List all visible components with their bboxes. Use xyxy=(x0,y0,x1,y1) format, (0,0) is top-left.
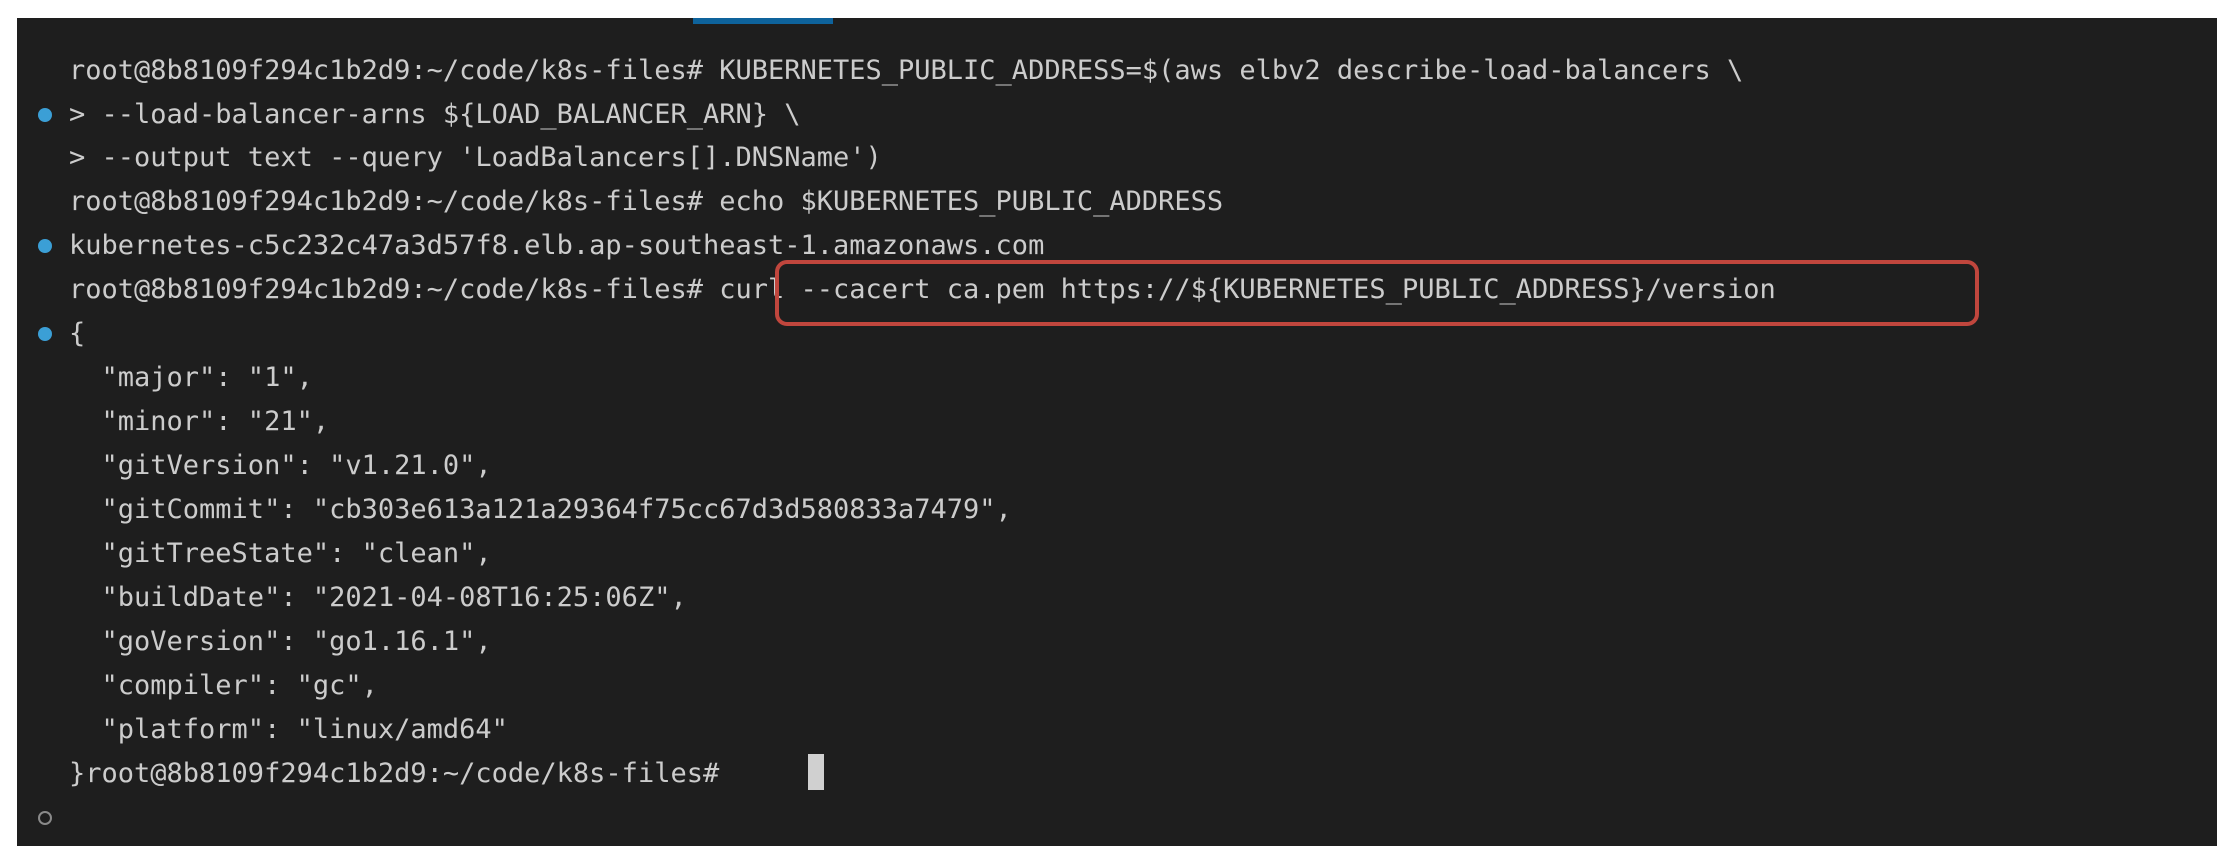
line-text: root@8b8109f294c1b2d9:~/code/k8s-files# … xyxy=(69,186,1224,217)
terminal-line: > --output text --query 'LoadBalancers[]… xyxy=(17,136,882,180)
terminal-line: root@8b8109f294c1b2d9:~/code/k8s-files# … xyxy=(17,268,1776,341)
terminal-panel[interactable]: root@8b8109f294c1b2d9:~/code/k8s-files# … xyxy=(17,18,2217,846)
line-text: "buildDate": "2021-04-08T16:25:06Z", xyxy=(69,582,687,613)
line-text: "gitCommit": "cb303e613a121a29364f75cc67… xyxy=(69,494,1012,525)
terminal-line: "gitVersion": "v1.21.0", xyxy=(17,444,492,488)
text-cursor[interactable] xyxy=(808,754,824,790)
line-text: "compiler": "gc", xyxy=(69,670,378,701)
terminal-line: "major": "1", xyxy=(17,356,313,400)
terminal-line: root@8b8109f294c1b2d9:~/code/k8s-files# … xyxy=(17,180,1223,253)
terminal-line: root@8b8109f294c1b2d9:~/code/k8s-files# … xyxy=(17,49,1743,122)
line-text: > --output text --query 'LoadBalancers[]… xyxy=(69,142,882,173)
prompt-text: }root@8b8109f294c1b2d9:~/code/k8s-files# xyxy=(69,758,736,789)
terminal-line: { xyxy=(17,312,86,356)
terminal-line: "gitTreeState": "clean", xyxy=(17,532,492,576)
line-text: "goVersion": "go1.16.1", xyxy=(69,626,492,657)
command-pending-icon xyxy=(38,811,52,825)
terminal-line: "goVersion": "go1.16.1", xyxy=(17,620,492,664)
line-text: "minor": "21", xyxy=(69,406,330,437)
line-text: > --load-balancer-arns ${LOAD_BALANCER_A… xyxy=(69,99,801,130)
terminal-line: "compiler": "gc", xyxy=(17,664,378,708)
line-text: "gitTreeState": "clean", xyxy=(69,538,492,569)
terminal-line: "platform": "linux/amd64" xyxy=(17,708,508,752)
command-decoration[interactable] xyxy=(17,796,77,840)
terminal-line: "gitCommit": "cb303e613a121a29364f75cc67… xyxy=(17,488,1012,532)
terminal-line: kubernetes-c5c232c47a3d57f8.elb.ap-south… xyxy=(17,224,1044,268)
active-tab-indicator xyxy=(693,18,833,24)
line-text: "platform": "linux/amd64" xyxy=(69,714,508,745)
line-text: "major": "1", xyxy=(69,362,313,393)
line-text: "gitVersion": "v1.21.0", xyxy=(69,450,492,481)
curl-command-highlight xyxy=(775,260,1979,326)
terminal-line: "minor": "21", xyxy=(17,400,330,444)
terminal-line: > --load-balancer-arns ${LOAD_BALANCER_A… xyxy=(17,93,801,137)
terminal-line: }root@8b8109f294c1b2d9:~/code/k8s-files# xyxy=(17,752,719,825)
line-text: root@8b8109f294c1b2d9:~/code/k8s-files# … xyxy=(69,55,1744,86)
line-text: { xyxy=(69,318,86,349)
terminal-line: "buildDate": "2021-04-08T16:25:06Z", xyxy=(17,576,687,620)
